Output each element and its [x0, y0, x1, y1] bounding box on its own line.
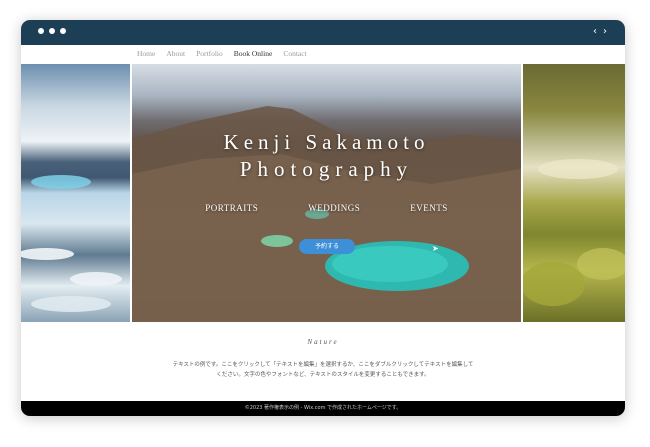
nav-about[interactable]: About	[166, 49, 185, 58]
hero-title-line2: Photography	[239, 157, 414, 181]
link-portraits[interactable]: PORTRAITS	[205, 203, 258, 213]
nav-portfolio[interactable]: Portfolio	[196, 49, 223, 58]
hero-title-line1: Kenji Sakamoto	[223, 130, 430, 154]
site-nav: Home About Portfolio Book Online Contact	[137, 49, 307, 58]
link-weddings[interactable]: WEDDINGS	[308, 203, 360, 213]
browser-titlebar: ‹ ›	[21, 20, 625, 45]
nav-contact[interactable]: Contact	[283, 49, 306, 58]
glacier-photo	[21, 64, 130, 322]
window-controls	[38, 28, 66, 34]
minimize-dot-icon[interactable]	[49, 28, 55, 34]
back-arrow-icon[interactable]: ‹	[593, 26, 597, 38]
close-dot-icon[interactable]	[38, 28, 44, 34]
mountain-landscape	[132, 106, 521, 322]
nature-section: Nature テキストの例です。ここをクリックして「テキストを編集」を選択するか…	[21, 322, 625, 402]
mouse-cursor-icon: ➤	[432, 244, 439, 253]
category-links: PORTRAITS WEDDINGS EVENTS	[132, 203, 521, 213]
nav-arrows: ‹ ›	[593, 26, 607, 38]
rock-shapes	[523, 159, 625, 306]
browser-window: ‹ › Home About Portfolio Book Online Con…	[21, 20, 625, 416]
site-footer: ©2023 著作権表示の例 - Wix.com で作成されたホームページです。	[21, 401, 625, 416]
book-button[interactable]: 予約する	[299, 239, 355, 254]
glacier-ice-shapes	[21, 175, 122, 312]
maximize-dot-icon[interactable]	[60, 28, 66, 34]
link-events[interactable]: EVENTS	[410, 203, 448, 213]
section-title: Nature	[307, 338, 339, 346]
nav-book-online[interactable]: Book Online	[234, 49, 273, 58]
hero-photo: Kenji Sakamoto Photography PORTRAITS WED…	[132, 64, 521, 322]
nav-home[interactable]: Home	[137, 49, 155, 58]
mossy-rocks-photo	[523, 64, 625, 322]
section-body-text: テキストの例です。ここをクリックして「テキストを編集」を選択するか、ここをダブル…	[172, 362, 474, 378]
forward-arrow-icon[interactable]: ›	[603, 26, 607, 38]
